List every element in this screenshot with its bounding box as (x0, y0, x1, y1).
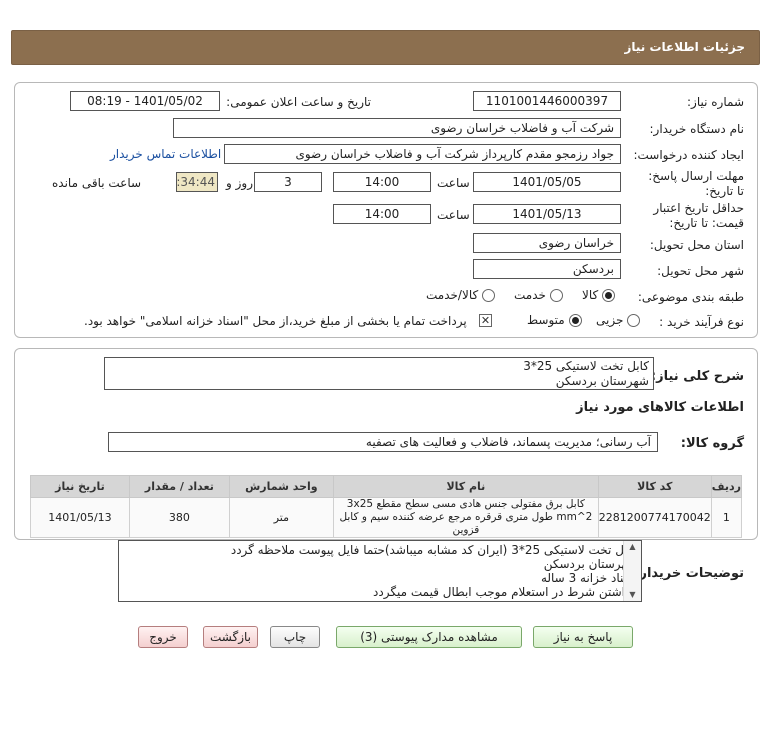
print-button[interactable]: چاپ (270, 626, 320, 648)
col-unit: واحد شمارش (228, 475, 334, 498)
days-field: 3 (254, 172, 322, 192)
row-qty: 380 (128, 497, 230, 538)
remaining-label: ساعت باقی مانده (52, 176, 142, 190)
page-title: جزئیات اطلاعات نیاز (624, 40, 745, 54)
category-option-goods-service[interactable]: کالا/خدمت (426, 288, 496, 302)
radio-minor[interactable] (627, 313, 641, 327)
col-index: ردیف (710, 475, 743, 498)
category-goods-service-label: کالا/خدمت (426, 288, 479, 302)
buyer-notes-line-3: اسناد خزانه 3 ساله (540, 571, 637, 585)
contact-buyer-link[interactable]: اطلاعات تماس خریدار (110, 147, 221, 161)
days-label: روز و (226, 176, 253, 190)
process-label: نوع فرآیند خرید : (659, 315, 744, 329)
row-unit: متر (228, 497, 334, 538)
buyer-notes-line-2: شهرستان بردسکن (543, 557, 637, 571)
buyer-org-label: نام دستگاه خریدار: (649, 122, 745, 136)
attachments-button[interactable]: مشاهده مدارک پیوستی (3) (336, 626, 522, 648)
buyer-org-field: شرکت آب و فاضلاب خراسان رضوی (173, 118, 621, 138)
buyer-notes-box[interactable]: کابل تخت لاستیکی 25*3 (ایران کد مشابه می… (118, 540, 642, 602)
buyer-notes-line-4: گذاشتن شرط در استعلام موجب ابطال قیمت می… (373, 585, 637, 599)
row-name-line-1: کابل برق مفتولی جنس هادی مسی سطح مقطع 3x… (346, 498, 585, 510)
radio-goods-service[interactable] (482, 288, 496, 302)
row-name-line-2: mm^2 طول متری قرقره مرجع عرضه کننده سیم … (339, 511, 593, 536)
validity-time-field: 14:00 (333, 204, 431, 224)
city-field: بردسکن (473, 259, 621, 279)
process-medium-label: متوسط (527, 313, 565, 327)
col-code: کد کالا (597, 475, 712, 498)
summary-line-1: کابل تخت لاستیکی 25*3 (523, 359, 649, 373)
reply-button[interactable]: پاسخ به نیاز (533, 626, 633, 648)
category-label: طبقه بندی موضوعی: (637, 290, 744, 304)
remaining-time-field: 05:34:44 (176, 172, 218, 192)
process-minor-label: جزیی (596, 313, 624, 327)
back-button[interactable]: بازگشت (203, 626, 258, 648)
creator-label: ایجاد کننده درخواست: (633, 148, 744, 162)
validity-label: حداقل تاریخ اعتبار قیمت: تا تاریخ: (653, 201, 744, 230)
need-number-field: 1101001446000397 (473, 91, 621, 111)
scroll-up-icon[interactable]: ▲ (624, 541, 641, 553)
page-header: جزئیات اطلاعات نیاز (11, 30, 760, 65)
summary-label: شرح کلی نیاز: (650, 369, 744, 384)
deadline-time-label: ساعت (437, 176, 470, 190)
process-option-medium[interactable]: متوسط (527, 313, 582, 327)
validity-date-field: 1401/05/13 (473, 204, 621, 224)
category-goods-label: کالا (582, 288, 599, 302)
radio-goods[interactable] (602, 288, 616, 302)
goods-group-label: گروه کالا: (680, 436, 744, 451)
col-qty: تعداد / مقدار (128, 475, 230, 498)
process-option-minor[interactable]: جزیی (596, 313, 641, 327)
province-field: خراسان رضوی (473, 233, 621, 253)
row-date: 1401/05/13 (30, 497, 130, 538)
row-name: کابل برق مفتولی جنس هادی مسی سطح مقطع 3x… (332, 497, 599, 538)
row-index: 1 (710, 497, 743, 538)
goods-table: ردیف کد کالا نام کالا واحد شمارش تعداد /… (30, 475, 743, 538)
deadline-date-field: 1401/05/05 (473, 172, 621, 192)
col-name: نام کالا (332, 475, 599, 498)
announce-field: 1401/05/02 - 08:19 (70, 91, 220, 111)
creator-field: جواد رزمجو مقدم کارپرداز شرکت آب و فاضلا… (224, 144, 621, 164)
treasury-payment-note: پرداخت تمام یا بخشی از مبلغ خرید،از محل … (84, 314, 467, 328)
category-service-label: خدمت (514, 288, 546, 302)
buyer-notes-scrollbar[interactable]: ▲ ▼ (623, 541, 641, 601)
goods-group-field: آب رسانی؛ مدیریت پسماند، فاضلاب و فعالیت… (108, 432, 658, 452)
buyer-notes-line-1: کابل تخت لاستیکی 25*3 (ایران کد مشابه می… (230, 543, 637, 557)
validity-time-label: ساعت (437, 208, 470, 222)
scroll-down-icon[interactable]: ▼ (624, 589, 641, 601)
city-label: شهر محل تحویل: (657, 264, 744, 278)
buyer-notes-label: توضیحات خریدار: (634, 566, 744, 581)
treasury-payment-checkbox[interactable]: ✕ (479, 314, 492, 327)
category-option-service[interactable]: خدمت (514, 288, 563, 302)
category-option-goods[interactable]: کالا (582, 288, 616, 302)
goods-table-header: ردیف کد کالا نام کالا واحد شمارش تعداد /… (30, 475, 743, 498)
row-code: 2281200774170042 (597, 497, 712, 538)
table-row: 1 2281200774170042 کابل برق مفتولی جنس ه… (30, 497, 743, 538)
radio-medium[interactable] (568, 313, 582, 327)
radio-service[interactable] (549, 288, 563, 302)
goods-section-title: اطلاعات کالاهای مورد نیاز (576, 400, 744, 415)
summary-box: کابل تخت لاستیکی 25*3 شهرستان بردسکن (104, 357, 654, 390)
need-number-label: شماره نیاز: (687, 95, 744, 109)
deadline-label: مهلت ارسال پاسخ: تا تاریخ: (648, 169, 744, 198)
deadline-time-field: 14:00 (333, 172, 431, 192)
summary-line-2: شهرستان بردسکن (555, 374, 649, 388)
announce-label: تاریخ و ساعت اعلان عمومی: (226, 95, 371, 109)
col-date: تاریخ نیاز (30, 475, 130, 498)
province-label: استان محل تحویل: (649, 238, 744, 252)
goods-table-wrapper: ردیف کد کالا نام کالا واحد شمارش تعداد /… (30, 475, 743, 538)
exit-button[interactable]: خروج (138, 626, 188, 648)
